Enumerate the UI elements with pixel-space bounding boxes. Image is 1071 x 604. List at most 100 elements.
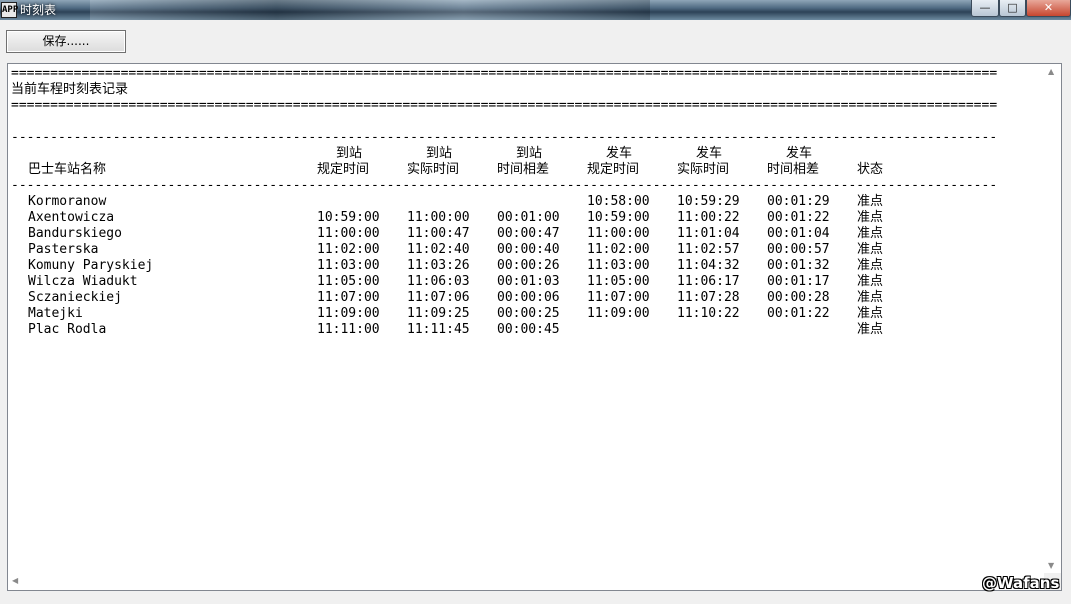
window-title: 时刻表	[20, 3, 57, 17]
dep-sched-cell: 10:59:00	[587, 210, 650, 225]
header-station: 巴士车站名称	[28, 162, 107, 177]
dep-actual-cell: 11:10:22	[677, 306, 740, 321]
station-cell: Plac Rodla	[28, 322, 107, 337]
station-cell: Kormoranow	[28, 194, 107, 209]
arr-actual-cell: 11:09:25	[407, 306, 470, 321]
arr-sched-cell: 11:11:00	[317, 322, 380, 337]
header-dep-diff-top: 发车	[786, 146, 813, 161]
scroll-left-icon[interactable]: ◀	[12, 576, 18, 586]
station-cell: Bandurskiego	[28, 226, 122, 241]
dep-diff-cell: 00:01:22	[767, 210, 830, 225]
app-icon[interactable]: APP	[1, 2, 18, 18]
arr-actual-cell: 11:06:03	[407, 274, 470, 289]
header-arr-diff-top: 到站	[516, 146, 543, 161]
dep-sched-cell: 11:09:00	[587, 306, 650, 321]
dep-sched-cell: 10:58:00	[587, 194, 650, 209]
dep-diff-cell: 00:00:57	[767, 242, 830, 257]
header-arr-sched-top: 到站	[336, 146, 363, 161]
dep-diff-cell: 00:01:22	[767, 306, 830, 321]
save-button[interactable]: 保存......	[6, 30, 126, 53]
arr-actual-cell: 11:02:40	[407, 242, 470, 257]
arr-sched-cell: 11:00:00	[317, 226, 380, 241]
arr-actual-cell: 11:00:47	[407, 226, 470, 241]
report-title: 当前车程时刻表记录	[11, 82, 129, 97]
minimize-button[interactable]: —	[971, 0, 999, 17]
vertical-scrollbar[interactable]: ▲ ▼	[1043, 64, 1061, 574]
separator-double: ========================================…	[11, 66, 998, 81]
arr-diff-cell: 00:01:03	[497, 274, 560, 289]
arr-diff-cell: 00:00:45	[497, 322, 560, 337]
header-dep-sched-top: 发车	[606, 146, 633, 161]
dep-actual-cell: 11:01:04	[677, 226, 740, 241]
arr-diff-cell: 00:00:06	[497, 290, 560, 305]
station-cell: Pasterska	[28, 242, 99, 257]
dep-actual-cell: 11:02:57	[677, 242, 740, 257]
arr-sched-cell: 11:03:00	[317, 258, 380, 273]
arr-sched-cell: 11:05:00	[317, 274, 380, 289]
arr-sched-cell: 11:02:00	[317, 242, 380, 257]
dep-actual-cell: 10:59:29	[677, 194, 740, 209]
dep-diff-cell: 00:01:17	[767, 274, 830, 289]
dep-actual-cell: 11:00:22	[677, 210, 740, 225]
station-cell: Komuny Paryskiej	[28, 258, 154, 273]
arr-diff-cell: 00:00:40	[497, 242, 560, 257]
scroll-down-icon[interactable]: ▼	[1048, 561, 1054, 571]
arr-diff-cell: 00:00:25	[497, 306, 560, 321]
maximize-button[interactable]: □	[999, 0, 1026, 17]
dep-sched-cell: 11:05:00	[587, 274, 650, 289]
arr-actual-cell: 11:11:45	[407, 322, 470, 337]
scroll-up-icon[interactable]: ▲	[1048, 67, 1054, 77]
title-bar-background	[90, 0, 650, 20]
arr-diff-cell: 00:00:26	[497, 258, 560, 273]
header-dep-actual-bottom: 实际时间	[677, 162, 730, 177]
dep-sched-cell: 11:02:00	[587, 242, 650, 257]
dep-diff-cell: 00:01:32	[767, 258, 830, 273]
header-arr-sched-bottom: 规定时间	[317, 162, 370, 177]
status-cell: 准点	[857, 258, 884, 273]
dep-diff-cell: 00:01:29	[767, 194, 830, 209]
horizontal-scrollbar[interactable]: ◀ ▶	[8, 573, 1044, 590]
status-cell: 准点	[857, 274, 884, 289]
dep-sched-cell: 11:03:00	[587, 258, 650, 273]
minimize-icon: —	[979, 1, 991, 14]
separator-single: ----------------------------------------…	[11, 178, 998, 193]
dep-actual-cell: 11:06:17	[677, 274, 740, 289]
status-cell: 准点	[857, 306, 884, 321]
dep-actual-cell: 11:04:32	[677, 258, 740, 273]
arr-diff-cell: 00:01:00	[497, 210, 560, 225]
arr-diff-cell: 00:00:47	[497, 226, 560, 241]
title-bar[interactable]: APP 时刻表 — □ ✕	[0, 0, 1071, 20]
station-cell: Axentowicza	[28, 210, 115, 225]
header-arr-actual-bottom: 实际时间	[407, 162, 460, 177]
watermark: @Wafans	[982, 574, 1060, 592]
status-cell: 准点	[857, 226, 884, 241]
close-button[interactable]: ✕	[1026, 0, 1071, 17]
header-dep-sched-bottom: 规定时间	[587, 162, 640, 177]
arr-actual-cell: 11:03:26	[407, 258, 470, 273]
status-cell: 准点	[857, 322, 884, 337]
station-cell: Matejki	[28, 306, 83, 321]
station-cell: Wilcza Wiadukt	[28, 274, 138, 289]
header-dep-actual-top: 发车	[696, 146, 723, 161]
separator-double: ========================================…	[11, 98, 998, 113]
header-arr-actual-top: 到站	[426, 146, 453, 161]
status-cell: 准点	[857, 194, 884, 209]
maximize-icon: □	[1007, 1, 1018, 14]
station-cell: Sczanieckiej	[28, 290, 122, 305]
status-cell: 准点	[857, 210, 884, 225]
arr-sched-cell: 10:59:00	[317, 210, 380, 225]
header-arr-diff-bottom: 时间相差	[497, 162, 550, 177]
dep-sched-cell: 11:07:00	[587, 290, 650, 305]
status-cell: 准点	[857, 242, 884, 257]
dep-diff-cell: 00:00:28	[767, 290, 830, 305]
dep-actual-cell: 11:07:28	[677, 290, 740, 305]
arr-sched-cell: 11:07:00	[317, 290, 380, 305]
separator-single: ----------------------------------------…	[11, 130, 998, 145]
report-text: ========================================…	[11, 66, 1045, 574]
arr-actual-cell: 11:00:00	[407, 210, 470, 225]
status-cell: 准点	[857, 290, 884, 305]
arr-actual-cell: 11:07:06	[407, 290, 470, 305]
report-text-box[interactable]: ========================================…	[7, 63, 1062, 591]
header-status: 状态	[857, 162, 884, 177]
header-dep-diff-bottom: 时间相差	[767, 162, 820, 177]
